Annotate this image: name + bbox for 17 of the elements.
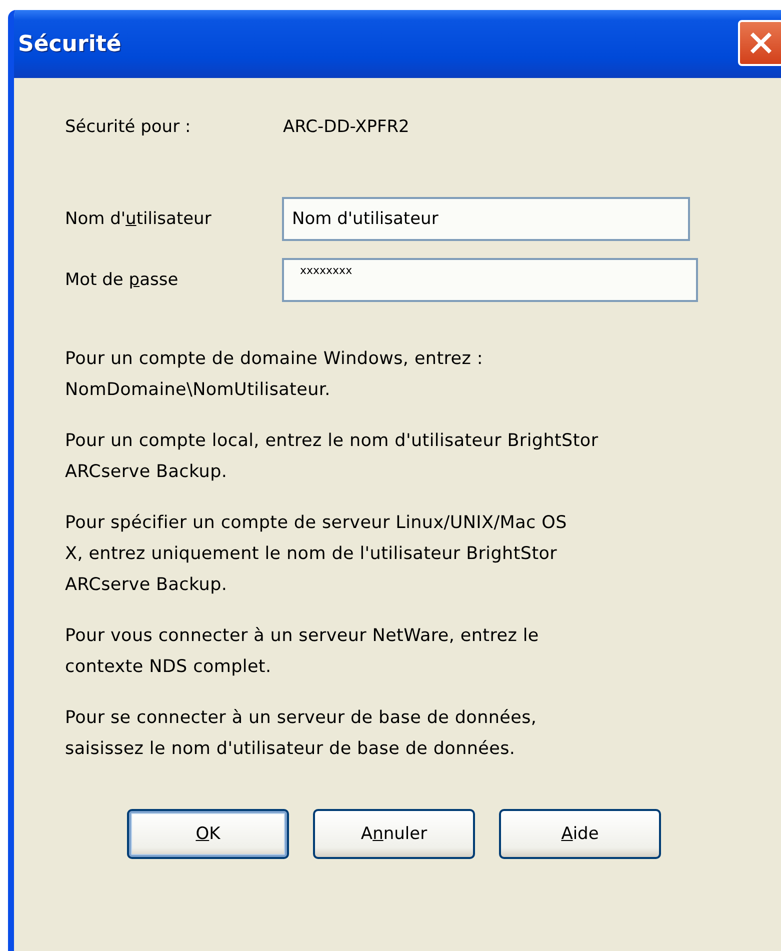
- field-label: Nom d'utilisateur: [65, 209, 212, 229]
- help-paragraph: Pour se connecter à un serveur de base de données, saisissez le nom d'utilisateur de base de données.: [65, 707, 538, 761]
- close-icon: [748, 30, 774, 56]
- close-button[interactable]: [738, 20, 781, 66]
- help-paragraph: Pour un compte de domaine Windows, entrez : NomDomaine\NomUtilisateur.: [65, 348, 484, 402]
- target-label: Sécurité pour :: [65, 117, 192, 137]
- help-paragraph: Pour spécifier un compte de serveur Linux/UNIX/Mac OS X, entrez uniquement le nom de l'utilisateur BrightStor ARCserve Backup.: [65, 512, 568, 597]
- dialog-button[interactable]: OK: [127, 809, 289, 859]
- help-paragraph: Pour vous connecter à un serveur NetWare, entrez le contexte NDS complet.: [65, 625, 540, 679]
- target-value: ARC-DD-XPFR2: [283, 117, 410, 137]
- username-field[interactable]: Nom d'utilisateur: [282, 197, 690, 241]
- window-title: Sécurité: [18, 32, 122, 56]
- help-paragraph: Pour un compte local, entrez le nom d'utilisateur BrightStor ARCserve Backup.: [65, 430, 600, 484]
- field-label: Mot de passe: [65, 270, 180, 290]
- dialog-button[interactable]: Annuler: [313, 809, 475, 859]
- password-field[interactable]: xxxxxxxx: [282, 258, 698, 302]
- dialog-button[interactable]: Aide: [499, 809, 661, 859]
